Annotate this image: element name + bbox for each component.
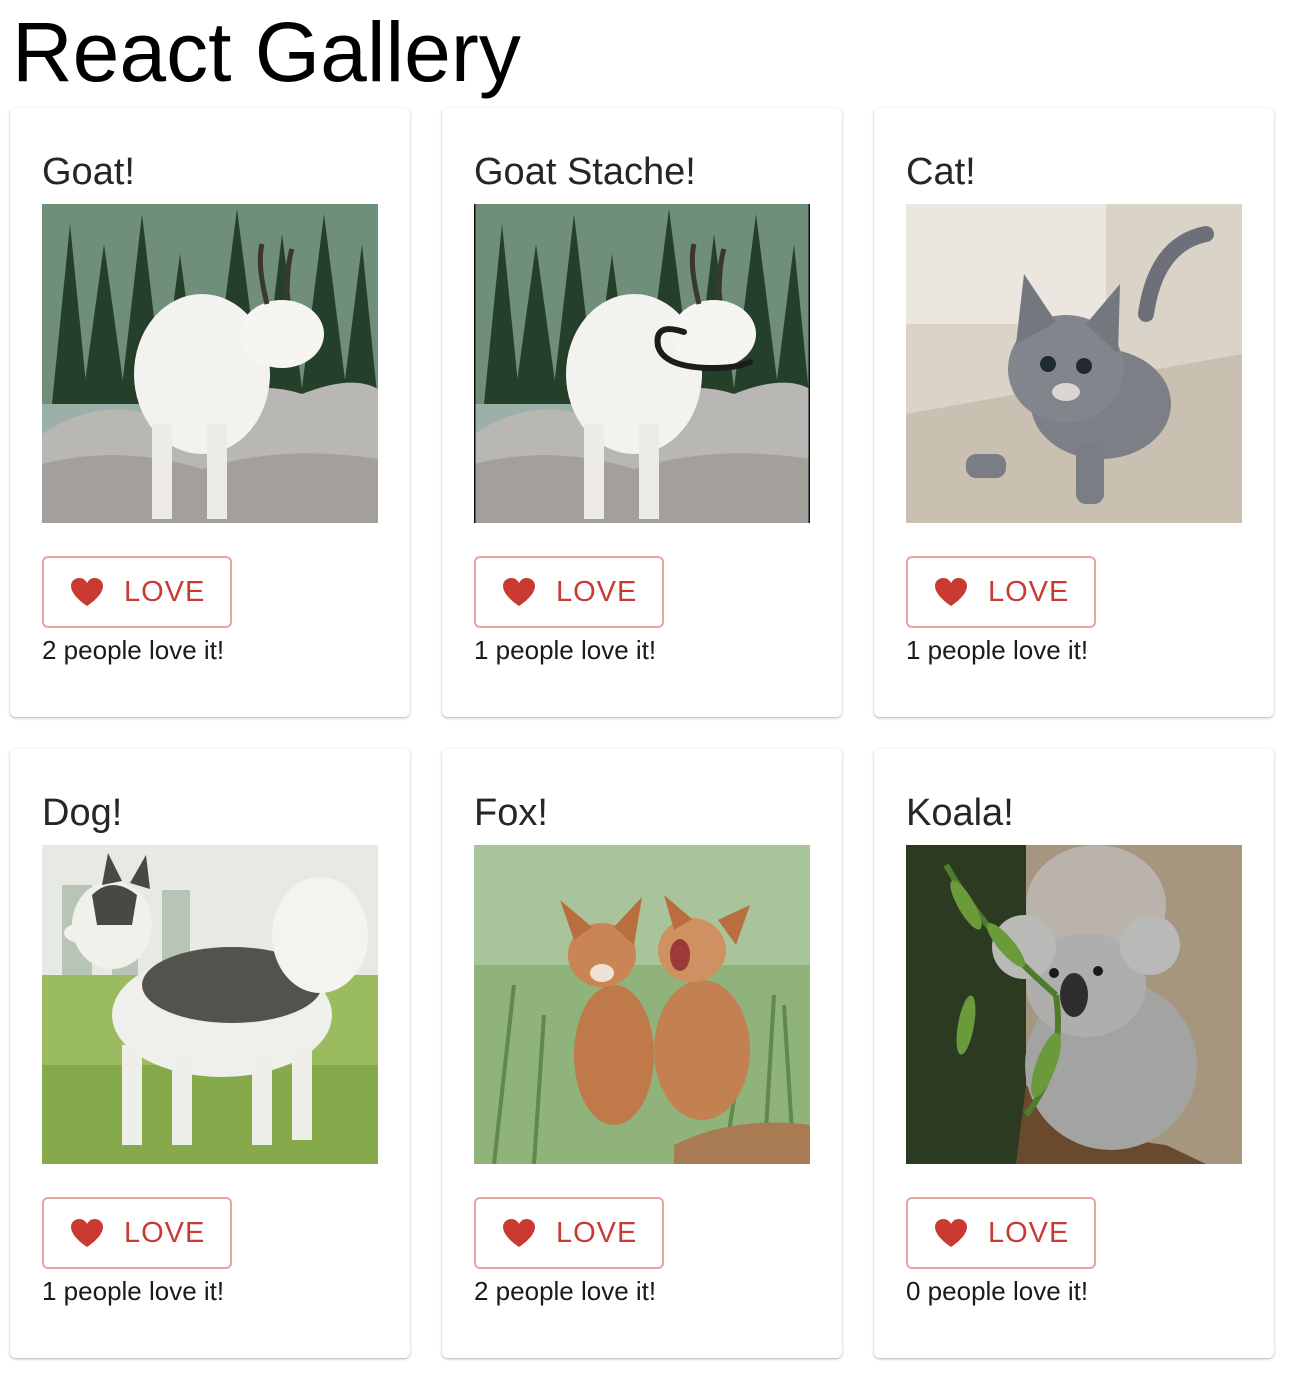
koala-image — [906, 845, 1242, 1164]
card-title: Fox! — [474, 792, 548, 834]
love-button-label: LOVE — [556, 576, 638, 608]
love-count-text: 1 people love it! — [906, 635, 1089, 665]
love-count-text: 1 people love it! — [474, 635, 657, 665]
card-title: Dog! — [42, 792, 123, 834]
heart-icon — [934, 1218, 968, 1248]
gallery-card-koala: Koala! LOVE 0 people love it! — [874, 749, 1274, 1358]
love-count-text: 1 people love it! — [42, 1276, 225, 1306]
heart-icon — [70, 577, 104, 607]
gallery-card-cat: Cat! LOVE 1 people love it! — [874, 108, 1274, 717]
love-count-text: 0 people love it! — [906, 1276, 1089, 1306]
gallery-card-fox: Fox! LOVE 2 people love it! — [442, 749, 842, 1358]
love-button[interactable]: LOVE — [906, 556, 1096, 628]
card-title: Cat! — [906, 151, 976, 193]
love-button-label: LOVE — [988, 576, 1070, 608]
love-count-text: 2 people love it! — [474, 1276, 657, 1306]
page-title: React Gallery — [12, 5, 521, 99]
love-button-label: LOVE — [124, 1217, 206, 1249]
love-button[interactable]: LOVE — [474, 556, 664, 628]
card-title: Goat Stache! — [474, 151, 696, 193]
dog-image — [42, 845, 378, 1164]
fox-image — [474, 845, 810, 1164]
card-title: Koala! — [906, 792, 1014, 834]
gallery-card-goat-stache: Goat Stache! LOVE 1 people love it! — [442, 108, 842, 717]
heart-icon — [934, 577, 968, 607]
love-button[interactable]: LOVE — [42, 556, 232, 628]
love-button-label: LOVE — [988, 1217, 1070, 1249]
heart-icon — [502, 577, 536, 607]
love-button[interactable]: LOVE — [474, 1197, 664, 1269]
heart-icon — [502, 1218, 536, 1248]
love-button[interactable]: LOVE — [906, 1197, 1096, 1269]
heart-icon — [70, 1218, 104, 1248]
gallery-card-dog: Dog! LOVE 1 people love it! — [10, 749, 410, 1358]
card-title: Goat! — [42, 151, 135, 193]
love-button-label: LOVE — [124, 576, 206, 608]
cat-image — [906, 204, 1242, 523]
gallery-grid: Goat! LOVE 2 people love it! Goat Stache… — [10, 108, 1274, 1358]
goat-image — [42, 204, 378, 523]
goat-stache-image — [474, 204, 810, 523]
love-count-text: 2 people love it! — [42, 635, 225, 665]
love-button[interactable]: LOVE — [42, 1197, 232, 1269]
gallery-card-goat: Goat! LOVE 2 people love it! — [10, 108, 410, 717]
love-button-label: LOVE — [556, 1217, 638, 1249]
